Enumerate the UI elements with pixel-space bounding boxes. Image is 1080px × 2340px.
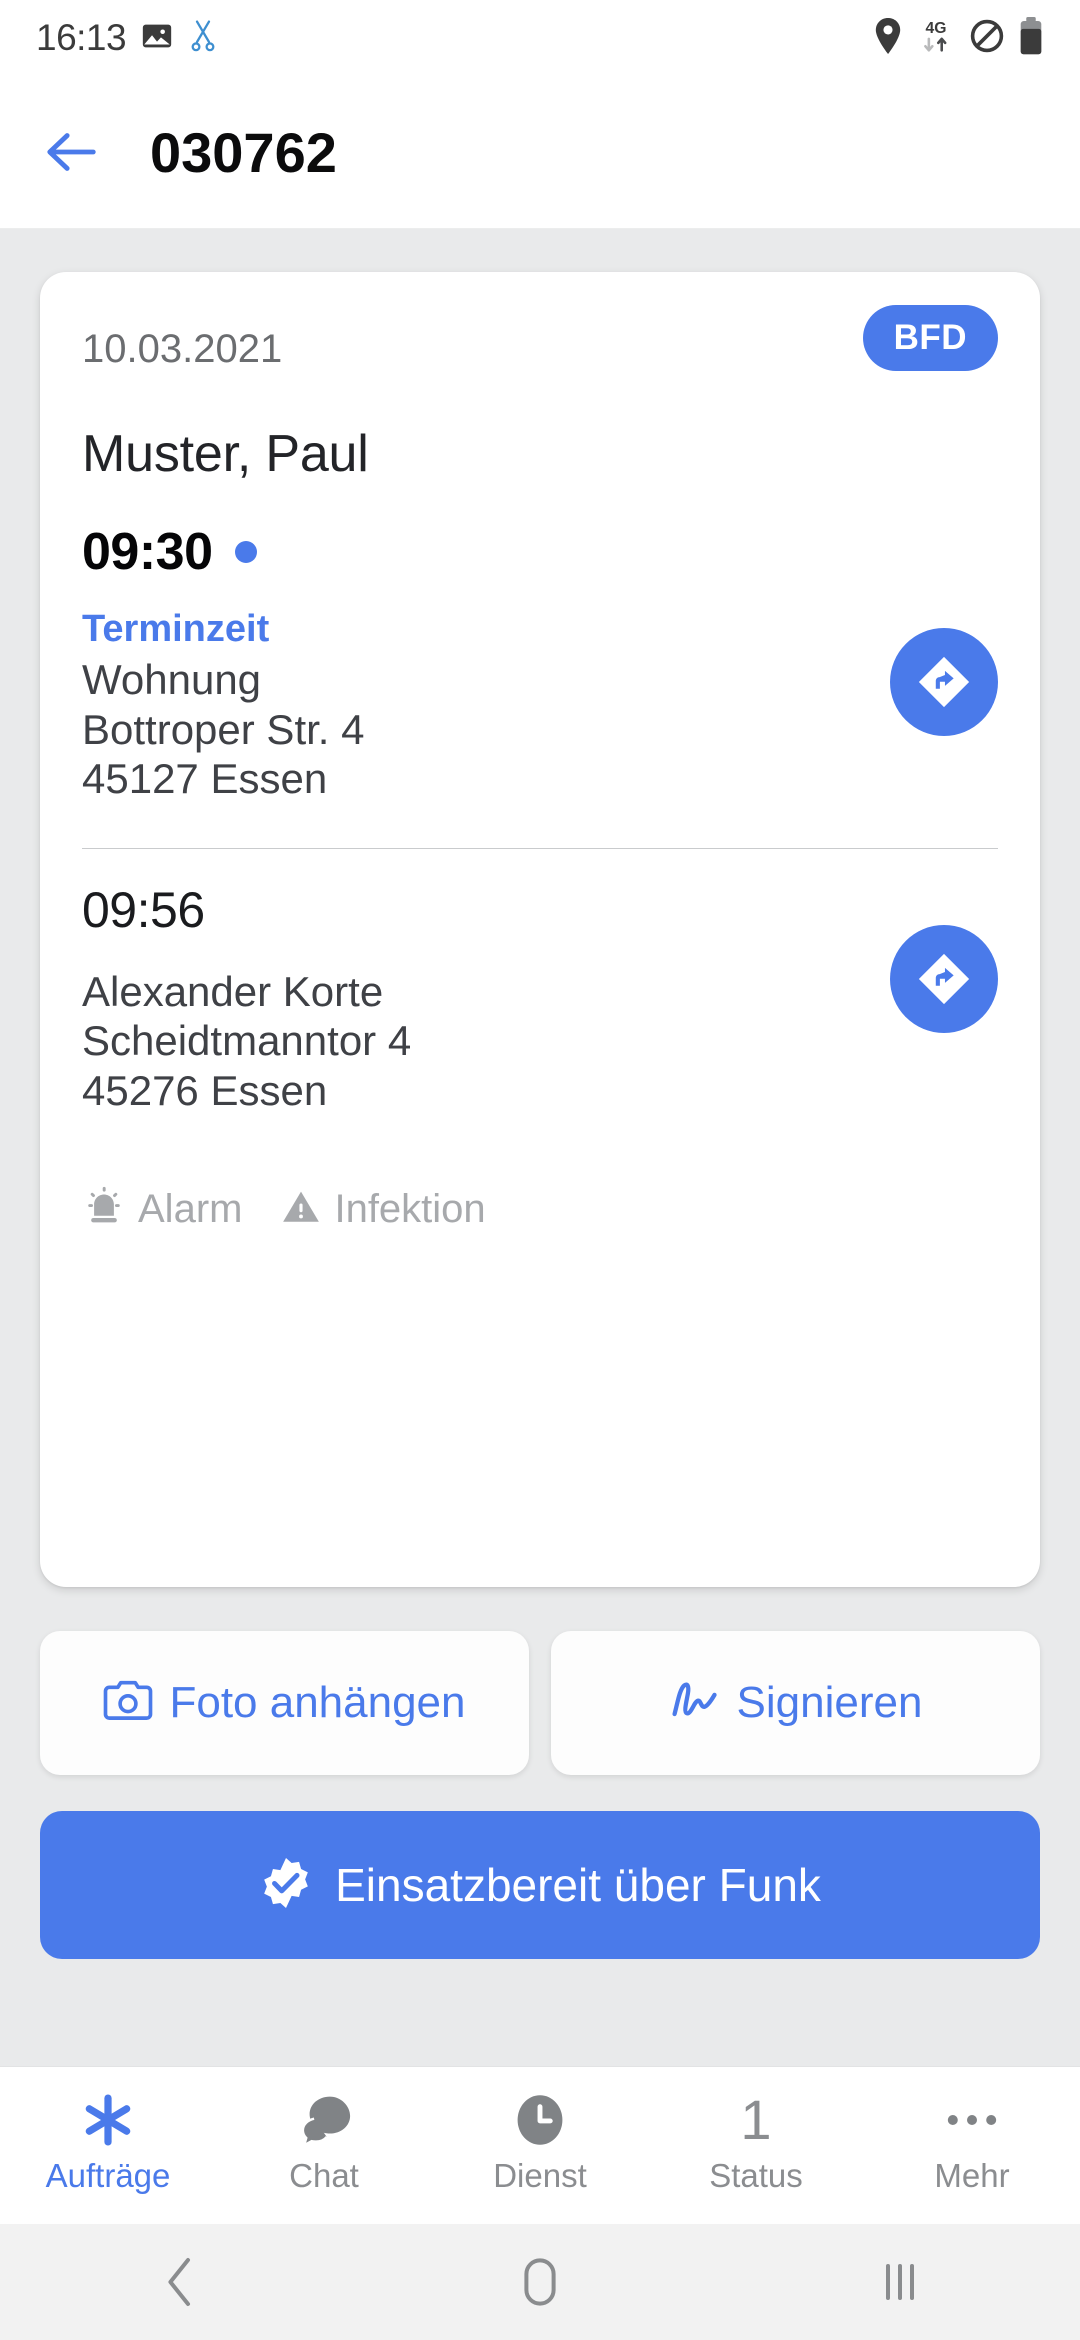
pickup-time-row: 09:30 — [82, 522, 998, 582]
flag-infektion: Infektion — [280, 1186, 486, 1233]
nav-item-auftraege[interactable]: Aufträge — [0, 2067, 216, 2195]
app-bar: 030762 — [0, 76, 1080, 229]
job-card-header: 10.03.2021 BFD — [82, 272, 998, 432]
job-flags: Alarm Infektion — [82, 1185, 998, 1234]
nav-label-chat: Chat — [289, 2157, 359, 2194]
patient-name: Muster, Paul — [82, 425, 369, 483]
siren-alarm-icon — [82, 1185, 126, 1234]
nav-item-status[interactable]: 1 Status — [648, 2067, 864, 2195]
nav-label-auftraege: Aufträge — [45, 2157, 171, 2194]
flag-alarm: Alarm — [82, 1185, 242, 1234]
pickup-status-dot — [234, 541, 257, 563]
phone-screen: 16:13 4G 030762 10.03.2021 BFD Muster, P… — [0, 0, 1080, 2340]
nav-item-chat[interactable]: Chat — [216, 2067, 432, 2195]
signature-icon — [669, 1679, 721, 1728]
system-home-icon — [524, 2258, 556, 2306]
pickup-navigate-button[interactable] — [890, 628, 998, 736]
segment-divider — [82, 847, 998, 849]
status-bar-left: 16:13 — [36, 17, 218, 59]
sign-button[interactable]: Signieren — [551, 1631, 1040, 1775]
bottom-navigation: Aufträge Chat Dienst 1 Status Mehr — [0, 2066, 1080, 2224]
flag-infektion-label: Infektion — [334, 1187, 486, 1232]
image-icon — [140, 19, 174, 58]
action-button-row: Foto anhängen Signieren — [40, 1631, 1040, 1775]
location-pin-icon — [873, 17, 903, 59]
nav-item-dienst[interactable]: Dienst — [432, 2067, 648, 2195]
nav-item-mehr[interactable]: Mehr — [864, 2067, 1080, 2195]
destination-city: 45276 Essen — [82, 1066, 328, 1114]
clock-icon — [512, 2089, 568, 2151]
attach-photo-button[interactable]: Foto anhängen — [40, 1631, 529, 1775]
pickup-place: Wohnung — [82, 656, 262, 703]
more-dots-icon — [944, 2089, 1000, 2151]
status-bar-clock: 16:13 — [36, 17, 127, 58]
4g-signal-icon: 4G — [916, 16, 956, 61]
job-card[interactable]: 10.03.2021 BFD Muster, Paul 09:30 Termin… — [40, 272, 1040, 1587]
camera-icon — [103, 1679, 153, 1728]
job-date: 10.03.2021 — [82, 327, 283, 371]
page-title: 030762 — [150, 120, 337, 184]
warning-triangle-icon — [280, 1186, 322, 1233]
back-arrow-icon — [47, 133, 96, 171]
asterisk-icon — [80, 2089, 136, 2151]
system-back-icon — [168, 2258, 190, 2306]
content-area: 10.03.2021 BFD Muster, Paul 09:30 Termin… — [0, 229, 1080, 2066]
status-count: 1 — [740, 2088, 772, 2151]
number-one: 1 — [740, 2089, 771, 2151]
do-not-disturb-icon — [969, 18, 1005, 59]
pickup-segment: 09:30 Terminzeit Wohnung Bottroper Str. … — [82, 522, 998, 804]
pickup-city: 45127 Essen — [82, 755, 328, 803]
navigation-arrow-icon — [918, 953, 970, 1004]
status-badge[interactable]: BFD — [862, 305, 998, 371]
destination-street: Scheidtmanntor 4 — [82, 1017, 412, 1065]
flag-alarm-label: Alarm — [138, 1187, 243, 1232]
attach-photo-label: Foto anhängen — [169, 1678, 466, 1727]
status-bar-right: 4G — [873, 16, 1044, 61]
pickup-time: 09:30 — [82, 523, 213, 581]
destination-name: Alexander Korte — [82, 967, 384, 1015]
navigation-arrow-icon — [918, 656, 970, 708]
pickup-address-block: Terminzeit Wohnung Bottroper Str. 4 4512… — [82, 608, 998, 804]
destination-segment: 09:56 Alexander Korte Scheidtmanntor 4 4… — [82, 881, 998, 1116]
destination-time: 09:56 — [82, 881, 205, 938]
status-bar: 16:13 4G — [0, 0, 1080, 76]
back-button[interactable] — [12, 92, 132, 212]
sign-label: Signieren — [736, 1678, 923, 1727]
pickup-street: Bottroper Str. 4 — [82, 705, 365, 753]
battery-icon — [1018, 16, 1044, 60]
svg-text:4G: 4G — [926, 20, 947, 37]
chat-bubbles-icon — [297, 2089, 351, 2151]
terminzeit-label: Terminzeit — [82, 608, 270, 650]
verified-check-icon — [259, 1856, 313, 1915]
system-navigation-bar — [0, 2224, 1080, 2340]
scissors-icon — [188, 18, 218, 59]
nav-label-status: Status — [709, 2157, 803, 2194]
destination-address-block: Alexander Korte Scheidtmanntor 4 45276 E… — [82, 967, 998, 1116]
ready-via-radio-button[interactable]: Einsatzbereit über Funk — [40, 1811, 1040, 1959]
ready-via-radio-label: Einsatzbereit über Funk — [335, 1859, 821, 1911]
nav-label-dienst: Dienst — [493, 2157, 587, 2194]
system-home-button[interactable] — [360, 2256, 720, 2308]
nav-label-mehr: Mehr — [934, 2157, 1010, 2194]
system-back-button[interactable] — [0, 2256, 360, 2308]
system-recents-button[interactable] — [720, 2256, 1080, 2308]
system-recents-icon — [886, 2264, 914, 2300]
destination-navigate-button[interactable] — [890, 924, 998, 1033]
